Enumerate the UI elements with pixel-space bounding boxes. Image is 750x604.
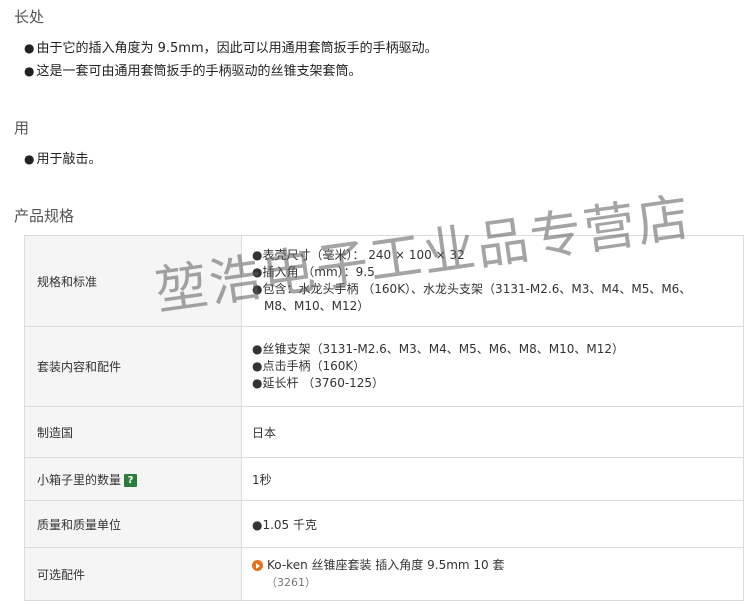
help-icon[interactable]: ? [124,473,138,487]
specs-title: 产品规格 [14,207,75,225]
spec-value: ●表壳尺寸（毫米）： 240 × 100 × 32 ●插入角 （mm）：9.5 … [241,235,744,327]
spec-label: 规格和标准 [24,235,242,327]
contents-value: ●丝锥支架（3131-M2.6、M3、M4、M5、M6、M8、M10、M12） … [241,326,744,407]
bullet-dot: ● [24,64,35,78]
weight-label: 质量和质量单位 [24,500,242,548]
table-row: 套装内容和配件 ●丝锥支架（3131-M2.6、M3、M4、M5、M6、M8、M… [24,326,744,407]
table-row: 质量和质量单位 ●1.05 千克 [24,500,744,548]
table-row: 可选配件 Ko-ken 丝锥座套装 插入角度 9.5mm 10 套 （3261） [24,547,744,601]
options-value: Ko-ken 丝锥座套装 插入角度 9.5mm 10 套 （3261） [241,547,744,601]
option-link[interactable]: Ko-ken 丝锥座套装 插入角度 9.5mm 10 套 [252,557,743,574]
features-title: 长处 [14,8,45,26]
spec-table: 规格和标准 ●表壳尺寸（毫米）： 240 × 100 × 32 ●插入角 （mm… [24,235,744,601]
table-row: 制造国 日本 [24,406,744,458]
options-label: 可选配件 [24,547,242,601]
usage-item-1: ● 用于敲击。 [24,152,102,167]
bullet-dot: ● [24,41,35,55]
usage-title: 用 [14,119,30,137]
table-row: 小箱子里的数量? 1秒 [24,457,744,501]
option-code: （3261） [266,576,316,589]
contents-label: 套装内容和配件 [24,326,242,407]
feature-item-1: ● 由于它的插入角度为 9.5mm，因此可以用通用套筒扳手的手柄驱动。 [24,41,438,56]
quantity-value: 1秒 [241,457,744,501]
bullet-dot: ● [24,152,35,166]
origin-value: 日本 [241,406,744,458]
weight-value: ●1.05 千克 [241,500,744,548]
origin-label: 制造国 [24,406,242,458]
table-row: 规格和标准 ●表壳尺寸（毫米）： 240 × 100 × 32 ●插入角 （mm… [24,235,744,327]
quantity-label: 小箱子里的数量? [24,457,242,501]
feature-item-2: ● 这是一套可由通用套筒扳手的手柄驱动的丝锥支架套筒。 [24,64,362,79]
play-arrow-icon [252,560,263,571]
